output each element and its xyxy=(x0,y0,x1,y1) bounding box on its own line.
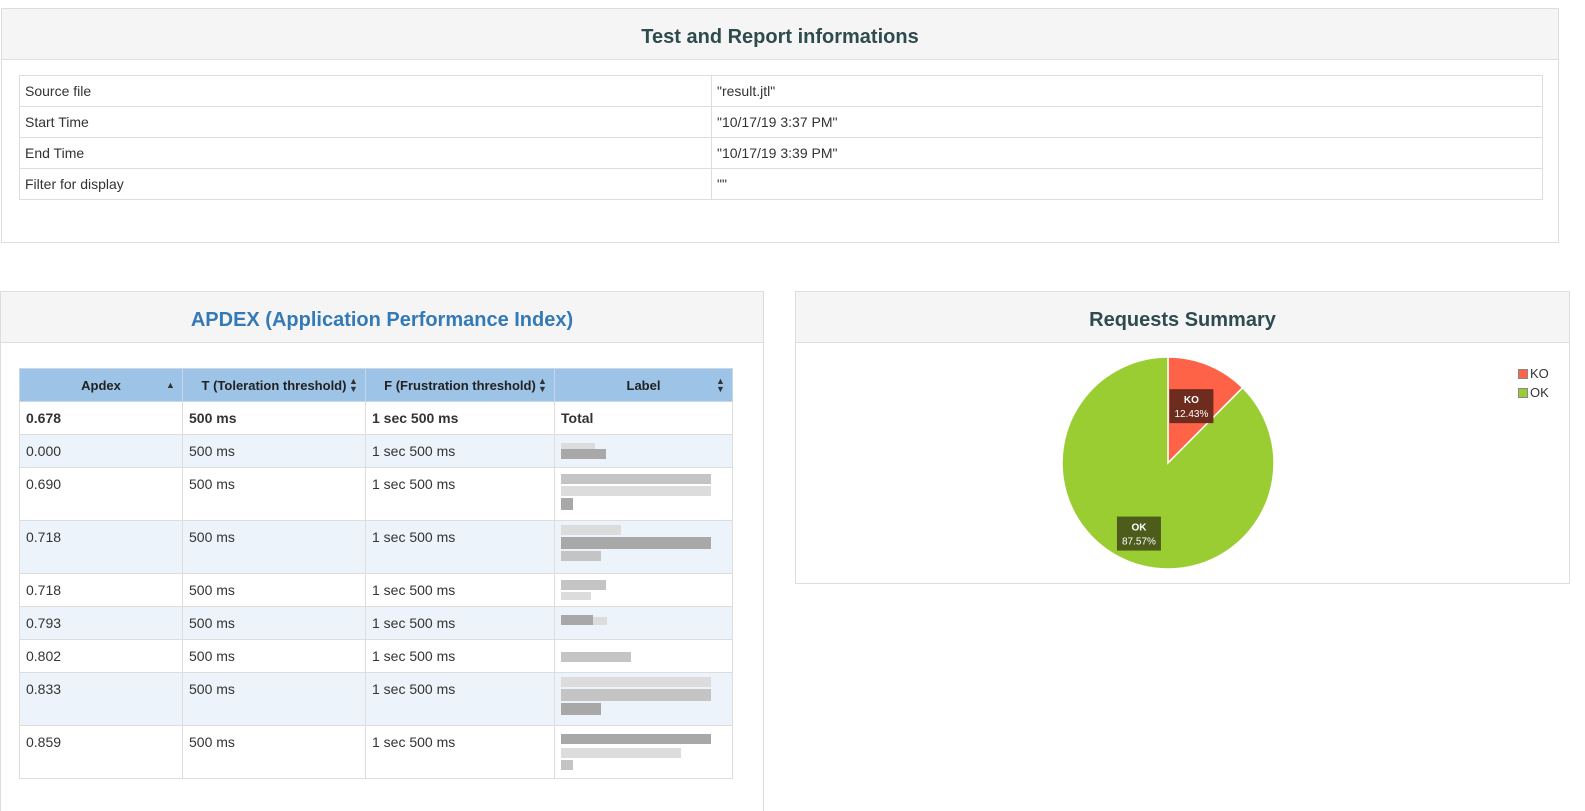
legend-item-ok[interactable]: OK xyxy=(1518,385,1549,400)
legend-swatch xyxy=(1518,369,1528,379)
label-cell xyxy=(554,434,733,468)
pie-slice-ok[interactable] xyxy=(1061,356,1275,570)
info-value: "" xyxy=(711,168,1543,200)
sort-both-icon: ▲ ▼ xyxy=(349,376,358,394)
frustration-cell: 1 sec 500 ms xyxy=(365,672,555,726)
apdex-cell: 0.793 xyxy=(19,606,183,640)
requests-pie-chart: KO 12.43% OK 87.57% xyxy=(1061,356,1275,570)
redacted-label xyxy=(561,525,726,572)
info-value: "10/17/19 3:39 PM" xyxy=(711,137,1543,169)
apdex-cell: 0.678 xyxy=(19,401,183,435)
apdex-cell: 0.859 xyxy=(19,725,183,779)
info-row: End Time "10/17/19 3:39 PM" xyxy=(19,137,1543,169)
redacted-label xyxy=(561,580,726,605)
frustration-cell: 1 sec 500 ms xyxy=(365,434,555,468)
toleration-cell: 500 ms xyxy=(182,639,366,673)
info-value: "10/17/19 3:37 PM" xyxy=(711,106,1543,138)
frustration-cell: 1 sec 500 ms xyxy=(365,467,555,521)
apdex-cell: 0.690 xyxy=(19,467,183,521)
pie-label-percent: 87.57% xyxy=(1122,537,1156,548)
label-cell xyxy=(554,639,733,673)
test-report-info-panel: Test and Report informations Source file… xyxy=(1,8,1559,243)
apdex-row: 0.802 500 ms 1 sec 500 ms xyxy=(19,639,733,673)
redacted-label xyxy=(561,734,726,777)
apdex-row: 0.000 500 ms 1 sec 500 ms xyxy=(19,434,733,468)
info-key: Filter for display xyxy=(19,168,712,200)
redacted-label xyxy=(561,443,726,466)
frustration-cell: 1 sec 500 ms xyxy=(365,520,555,574)
apdex-total-row: 0.678 500 ms 1 sec 500 ms Total xyxy=(19,401,733,435)
apdex-panel-title: APDEX (Application Performance Index) xyxy=(1,292,763,343)
frustration-cell: 1 sec 500 ms xyxy=(365,606,555,640)
pie-label-ok: OK 87.57% xyxy=(1116,516,1161,551)
toleration-cell: 500 ms xyxy=(182,573,366,607)
apdex-table: Apdex ▲ T (Toleration threshold) ▲ ▼ F (Fru… xyxy=(19,368,733,779)
toleration-cell: 500 ms xyxy=(182,401,366,435)
apdex-row: 0.718 500 ms 1 sec 500 ms xyxy=(19,520,733,574)
label-cell: Total xyxy=(554,401,733,435)
toleration-cell: 500 ms xyxy=(182,434,366,468)
label-cell xyxy=(554,520,733,574)
label-cell xyxy=(554,672,733,726)
apdex-row: 0.718 500 ms 1 sec 500 ms xyxy=(19,573,733,607)
pie-label-name: KO xyxy=(1184,395,1199,406)
toleration-cell: 500 ms xyxy=(182,520,366,574)
requests-summary-panel: Requests Summary KO 12.43% OK 87.57% KO OK xyxy=(795,291,1570,584)
apdex-cell: 0.833 xyxy=(19,672,183,726)
summary-panel-title: Requests Summary xyxy=(796,292,1569,343)
sort-both-icon: ▲ ▼ xyxy=(716,376,725,394)
apdex-row: 0.690 500 ms 1 sec 500 ms xyxy=(19,467,733,521)
legend-item-ko[interactable]: KO xyxy=(1518,366,1549,381)
apdex-cell: 0.718 xyxy=(19,573,183,607)
info-row: Source file "result.jtl" xyxy=(19,75,1543,107)
frustration-column-header[interactable]: F (Frustration threshold) ▲ ▼ xyxy=(365,368,555,402)
redacted-label xyxy=(561,648,726,671)
toleration-cell: 500 ms xyxy=(182,606,366,640)
pie-label-name: OK xyxy=(1131,523,1147,534)
apdex-row: 0.833 500 ms 1 sec 500 ms xyxy=(19,672,733,726)
label-cell xyxy=(554,573,733,607)
apdex-row: 0.793 500 ms 1 sec 500 ms xyxy=(19,606,733,640)
label-column-header[interactable]: Label ▲ ▼ xyxy=(554,368,733,402)
redacted-label xyxy=(561,474,726,519)
apdex-row: 0.859 500 ms 1 sec 500 ms xyxy=(19,725,733,779)
apdex-cell: 0.000 xyxy=(19,434,183,468)
info-key: Source file xyxy=(19,75,712,107)
toleration-cell: 500 ms xyxy=(182,725,366,779)
redacted-label xyxy=(561,677,726,724)
legend-swatch xyxy=(1518,388,1528,398)
apdex-header-row: Apdex ▲ T (Toleration threshold) ▲ ▼ F (Fru… xyxy=(19,368,733,402)
apdex-panel: APDEX (Application Performance Index) Ap… xyxy=(0,291,764,811)
info-key: End Time xyxy=(19,137,712,169)
apdex-cell: 0.802 xyxy=(19,639,183,673)
frustration-cell: 1 sec 500 ms xyxy=(365,639,555,673)
info-table: Source file "result.jtl" Start Time "10/17/… xyxy=(19,75,1543,200)
label-cell xyxy=(554,606,733,640)
sort-both-icon: ▲ ▼ xyxy=(538,376,547,394)
apdex-cell: 0.718 xyxy=(19,520,183,574)
info-row: Start Time "10/17/19 3:37 PM" xyxy=(19,106,1543,138)
frustration-cell: 1 sec 500 ms xyxy=(365,725,555,779)
frustration-cell: 1 sec 500 ms xyxy=(365,573,555,607)
info-key: Start Time xyxy=(19,106,712,138)
info-value: "result.jtl" xyxy=(711,75,1543,107)
pie-label-percent: 12.43% xyxy=(1174,409,1208,420)
info-row: Filter for display "" xyxy=(19,168,1543,200)
label-cell xyxy=(554,725,733,779)
redacted-label xyxy=(561,615,726,638)
info-panel-title: Test and Report informations xyxy=(2,9,1558,60)
frustration-cell: 1 sec 500 ms xyxy=(365,401,555,435)
pie-label-ko: KO 12.43% xyxy=(1169,389,1214,424)
label-cell xyxy=(554,467,733,521)
sort-ascending-icon: ▲ xyxy=(166,380,175,390)
toleration-column-header[interactable]: T (Toleration threshold) ▲ ▼ xyxy=(182,368,366,402)
toleration-cell: 500 ms xyxy=(182,672,366,726)
apdex-column-header[interactable]: Apdex ▲ xyxy=(19,368,183,402)
toleration-cell: 500 ms xyxy=(182,467,366,521)
